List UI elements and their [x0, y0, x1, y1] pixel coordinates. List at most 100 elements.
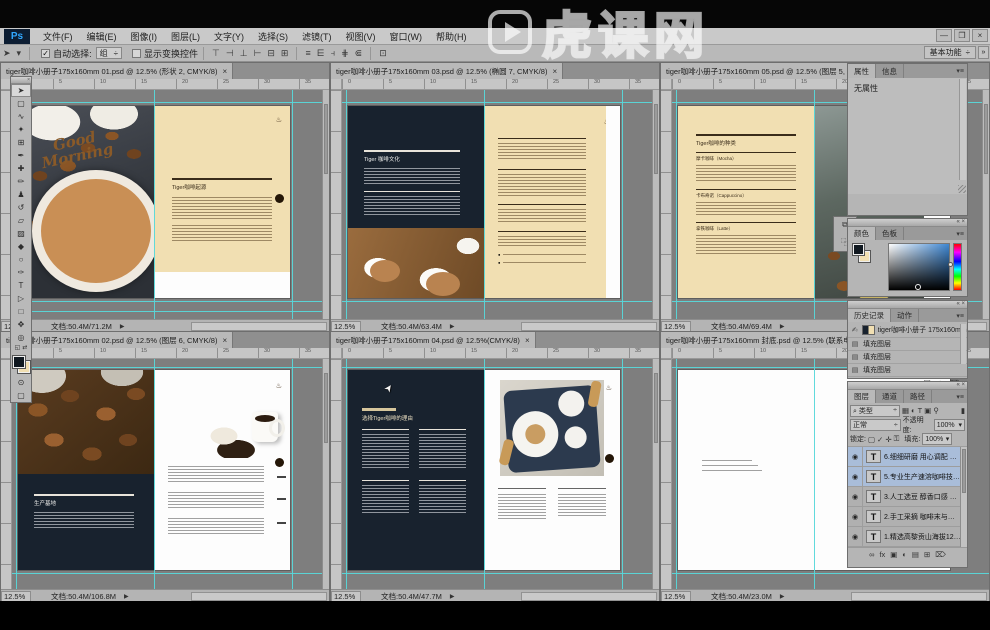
- menu-select[interactable]: 选择(S): [251, 30, 295, 43]
- color-panel-header[interactable]: « ×: [848, 219, 967, 227]
- shape-tool[interactable]: □: [11, 305, 31, 318]
- restore-button[interactable]: ❐: [954, 29, 970, 42]
- align-left-icon[interactable]: ⊣: [223, 48, 237, 59]
- layer-visibility-icon[interactable]: ◉: [848, 507, 863, 526]
- tool-preset-dropdown-icon[interactable]: ▾: [14, 48, 25, 59]
- menu-edit[interactable]: 编辑(E): [80, 30, 124, 43]
- filter-smartobject-icon[interactable]: ⚲: [933, 406, 939, 415]
- minimize-button[interactable]: —: [936, 29, 952, 42]
- swap-colors-icon[interactable]: ⇄: [22, 344, 27, 354]
- tab-paths[interactable]: 路径: [904, 390, 932, 403]
- distribute-left-icon[interactable]: ⋕: [338, 48, 352, 59]
- doc4-tab-close-icon[interactable]: ×: [222, 336, 227, 345]
- doc5-status-arrow-icon[interactable]: ▶: [450, 593, 455, 600]
- tab-info[interactable]: 信息: [876, 64, 904, 78]
- history-step-row[interactable]: ▤ 填充图层: [848, 338, 967, 351]
- color-panel-menu-icon[interactable]: ▾≡: [953, 227, 967, 240]
- history-snapshot-row[interactable]: ✍ tiger咖啡小册子 175x160mm…: [848, 322, 967, 338]
- align-bottom-icon[interactable]: ⊥: [237, 48, 251, 59]
- layer-row[interactable]: ◉T5.专业生产速溶咖啡技…: [848, 467, 967, 487]
- history-panel-header[interactable]: « ×: [848, 301, 967, 309]
- doc4-tab[interactable]: tiger咖啡小册子175x160mm 02.psd @ 12.5% (图层 6…: [1, 332, 233, 348]
- filter-type-icon[interactable]: T: [918, 406, 923, 415]
- doc1-tab[interactable]: tiger咖啡小册子175x160mm 01.psd @ 12.5% (形状 2…: [1, 63, 233, 79]
- history-step-row[interactable]: ▤ 填充图层: [848, 364, 967, 377]
- filter-adjustment-icon[interactable]: ◐: [911, 406, 916, 415]
- doc4-hscrollbar[interactable]: [191, 592, 327, 601]
- doc2-tab-close-icon[interactable]: ×: [552, 67, 557, 76]
- layer-visibility-icon[interactable]: ◉: [848, 487, 863, 506]
- doc4-status-arrow-icon[interactable]: ▶: [124, 593, 129, 600]
- distribute-bottom-icon[interactable]: ⫞: [328, 48, 339, 59]
- hue-marker[interactable]: [948, 262, 953, 267]
- lock-pixels-icon[interactable]: ✓: [877, 435, 883, 444]
- layer-visibility-icon[interactable]: ◉: [848, 447, 863, 466]
- align-right-icon[interactable]: ⊢: [251, 48, 265, 59]
- close-button[interactable]: ×: [972, 29, 988, 42]
- doc1-hscrollbar[interactable]: [191, 322, 327, 331]
- layers-scrollbar[interactable]: [960, 447, 967, 547]
- history-brush-tool[interactable]: ↺: [11, 201, 31, 214]
- adjustment-layer-icon[interactable]: ◐: [902, 550, 907, 559]
- quick-mask-button[interactable]: ⊙: [11, 376, 31, 389]
- doc2-status-arrow-icon[interactable]: ▶: [450, 323, 455, 330]
- gradient-tool[interactable]: ▨: [11, 227, 31, 240]
- show-transform-checkbox[interactable]: [132, 49, 141, 58]
- hue-slider[interactable]: [953, 243, 962, 291]
- layer-thumbnail[interactable]: T: [866, 530, 881, 543]
- tab-properties[interactable]: 属性: [848, 64, 876, 78]
- hand-tool[interactable]: ✥: [11, 318, 31, 331]
- layers-panel-menu-icon[interactable]: ▾≡: [953, 390, 967, 403]
- menu-layer[interactable]: 图层(L): [164, 30, 207, 43]
- panel-menu-icon[interactable]: ▾≡: [953, 64, 967, 78]
- layer-thumbnail[interactable]: T: [866, 510, 881, 523]
- layer-filter-dropdown[interactable]: ⌕ 类型÷: [850, 405, 900, 417]
- menu-help[interactable]: 帮助(H): [429, 30, 474, 43]
- tab-layers[interactable]: 图层: [848, 390, 876, 403]
- link-layers-icon[interactable]: ∞: [869, 550, 874, 559]
- doc4-canvas[interactable]: 生产基地 ♨: [1, 359, 329, 589]
- menu-type[interactable]: 文字(Y): [207, 30, 251, 43]
- align-hcenter-icon[interactable]: ⊟: [264, 48, 278, 59]
- tab-channels[interactable]: 通道: [876, 390, 904, 403]
- eraser-tool[interactable]: ▱: [11, 214, 31, 227]
- distribute-vcenter-icon[interactable]: ⋿: [314, 48, 328, 59]
- opacity-dropdown[interactable]: 100%▾: [934, 419, 965, 431]
- doc3-vscrollbar[interactable]: [982, 90, 989, 319]
- doc3-status-arrow-icon[interactable]: ▶: [780, 323, 785, 330]
- color-foreground-swatch[interactable]: [853, 244, 864, 255]
- crop-tool[interactable]: ⊞: [11, 136, 31, 149]
- screen-mode-button[interactable]: ▢: [11, 389, 31, 402]
- layer-visibility-icon[interactable]: ◉: [848, 527, 863, 546]
- menu-filter[interactable]: 滤镜(T): [295, 30, 339, 43]
- doc4-vscrollbar[interactable]: [322, 359, 329, 589]
- default-colors-icon[interactable]: ◱: [15, 344, 21, 354]
- path-selection-tool[interactable]: ▷: [11, 292, 31, 305]
- eyedropper-tool[interactable]: ✒: [11, 149, 31, 162]
- layer-row[interactable]: ◉T3.人工选豆 醇香口感 …: [848, 487, 967, 507]
- menu-view[interactable]: 视图(V): [339, 30, 383, 43]
- workspace-mini-button[interactable]: »: [978, 46, 989, 59]
- layer-row[interactable]: ◉T1.精选高黎贡山海拔12…: [848, 527, 967, 547]
- new-layer-icon[interactable]: ⊞: [924, 550, 930, 559]
- lock-all-icon[interactable]: ⚿: [894, 434, 900, 444]
- type-tool[interactable]: T: [11, 279, 31, 292]
- foreground-color-swatch[interactable]: [13, 356, 25, 368]
- layers-panel-header[interactable]: « ×: [848, 382, 967, 390]
- auto-align-icon[interactable]: ⊡: [376, 48, 390, 59]
- filter-shape-icon[interactable]: ▣: [924, 406, 931, 415]
- doc2-vscrollbar[interactable]: [652, 90, 659, 319]
- align-vcenter-icon[interactable]: ⊞: [278, 48, 292, 59]
- history-panel-menu-icon[interactable]: ▾≡: [953, 309, 967, 322]
- doc5-hscrollbar[interactable]: [521, 592, 657, 601]
- doc4-zoom-field[interactable]: 12.5%: [1, 591, 31, 602]
- doc2-zoom-field[interactable]: 12.5%: [331, 321, 361, 332]
- history-brush-source-icon[interactable]: ✍: [850, 326, 859, 334]
- menu-image[interactable]: 图像(I): [124, 30, 165, 43]
- doc2-hscrollbar[interactable]: [521, 322, 657, 331]
- fill-dropdown[interactable]: 100%▾: [922, 433, 952, 445]
- doc5-vscrollbar[interactable]: [652, 359, 659, 589]
- blur-tool[interactable]: ◆: [11, 240, 31, 253]
- healing-brush-tool[interactable]: ✚: [11, 162, 31, 175]
- distribute-hcenter-icon[interactable]: ⋐: [352, 48, 366, 59]
